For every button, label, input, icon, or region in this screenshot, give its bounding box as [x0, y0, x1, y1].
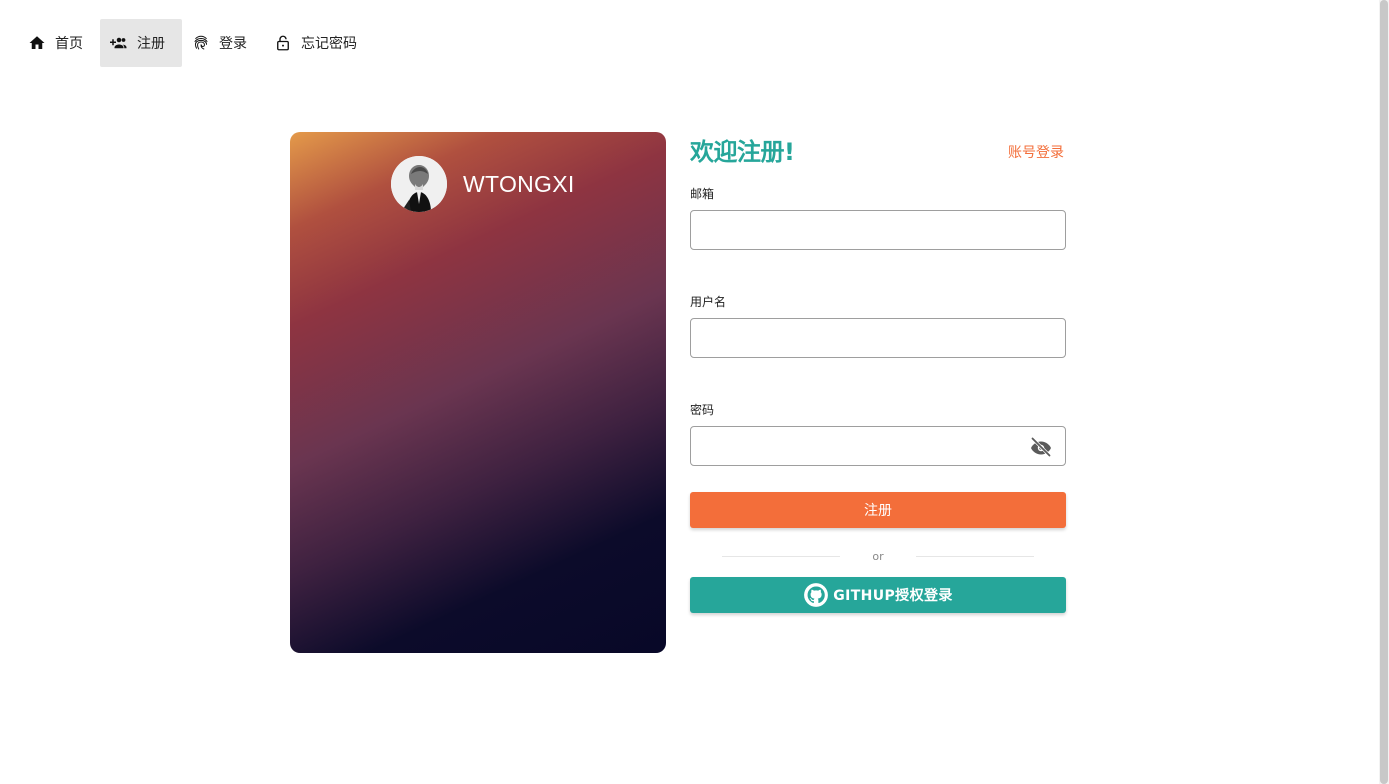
nav-item-forgot-password[interactable]: 忘记密码 [264, 19, 374, 67]
eye-off-icon[interactable] [1029, 435, 1053, 459]
fingerprint-icon [192, 34, 210, 52]
nav-item-home[interactable]: 首页 [18, 19, 100, 67]
scrollbar-thumb[interactable] [1380, 0, 1388, 784]
profile-card: WTONGXI [290, 132, 666, 653]
divider-line [915, 555, 1035, 557]
nav-item-login[interactable]: 登录 [182, 19, 264, 67]
page-title: 欢迎注册! [690, 138, 795, 166]
or-divider: or [722, 549, 1035, 563]
password-label: 密码 [690, 403, 715, 417]
home-icon [28, 34, 46, 52]
email-field-wrapper [690, 210, 1066, 250]
nav-item-label: 首页 [55, 36, 83, 52]
divider-text: or [872, 549, 884, 563]
username-label: 用户名 [690, 295, 727, 309]
email-label: 邮箱 [690, 187, 715, 201]
top-nav: 首页 注册 登录 忘记密码 [18, 19, 374, 67]
profile-name: WTONGXI [463, 170, 575, 197]
nav-item-register[interactable]: 注册 [100, 19, 182, 67]
github-button-label: GITHUP授权登录 [833, 588, 953, 604]
avatar [391, 156, 447, 212]
password-field-wrapper [690, 426, 1066, 466]
username-field[interactable] [691, 319, 1065, 357]
password-field[interactable] [691, 427, 1065, 465]
lock-icon [274, 34, 292, 52]
email-field[interactable] [691, 211, 1065, 249]
account-login-link[interactable]: 账号登录 [1008, 142, 1064, 162]
scrollbar[interactable] [1379, 0, 1389, 784]
nav-item-label: 注册 [137, 36, 165, 52]
github-icon [803, 582, 829, 608]
register-button[interactable]: 注册 [690, 492, 1066, 528]
nav-item-label: 忘记密码 [301, 36, 357, 52]
username-field-wrapper [690, 318, 1066, 358]
divider-line [722, 555, 841, 557]
nav-item-label: 登录 [219, 36, 247, 52]
github-login-button[interactable]: GITHUP授权登录 [690, 577, 1066, 613]
profile: WTONGXI [391, 156, 575, 212]
add-user-icon [110, 34, 128, 52]
